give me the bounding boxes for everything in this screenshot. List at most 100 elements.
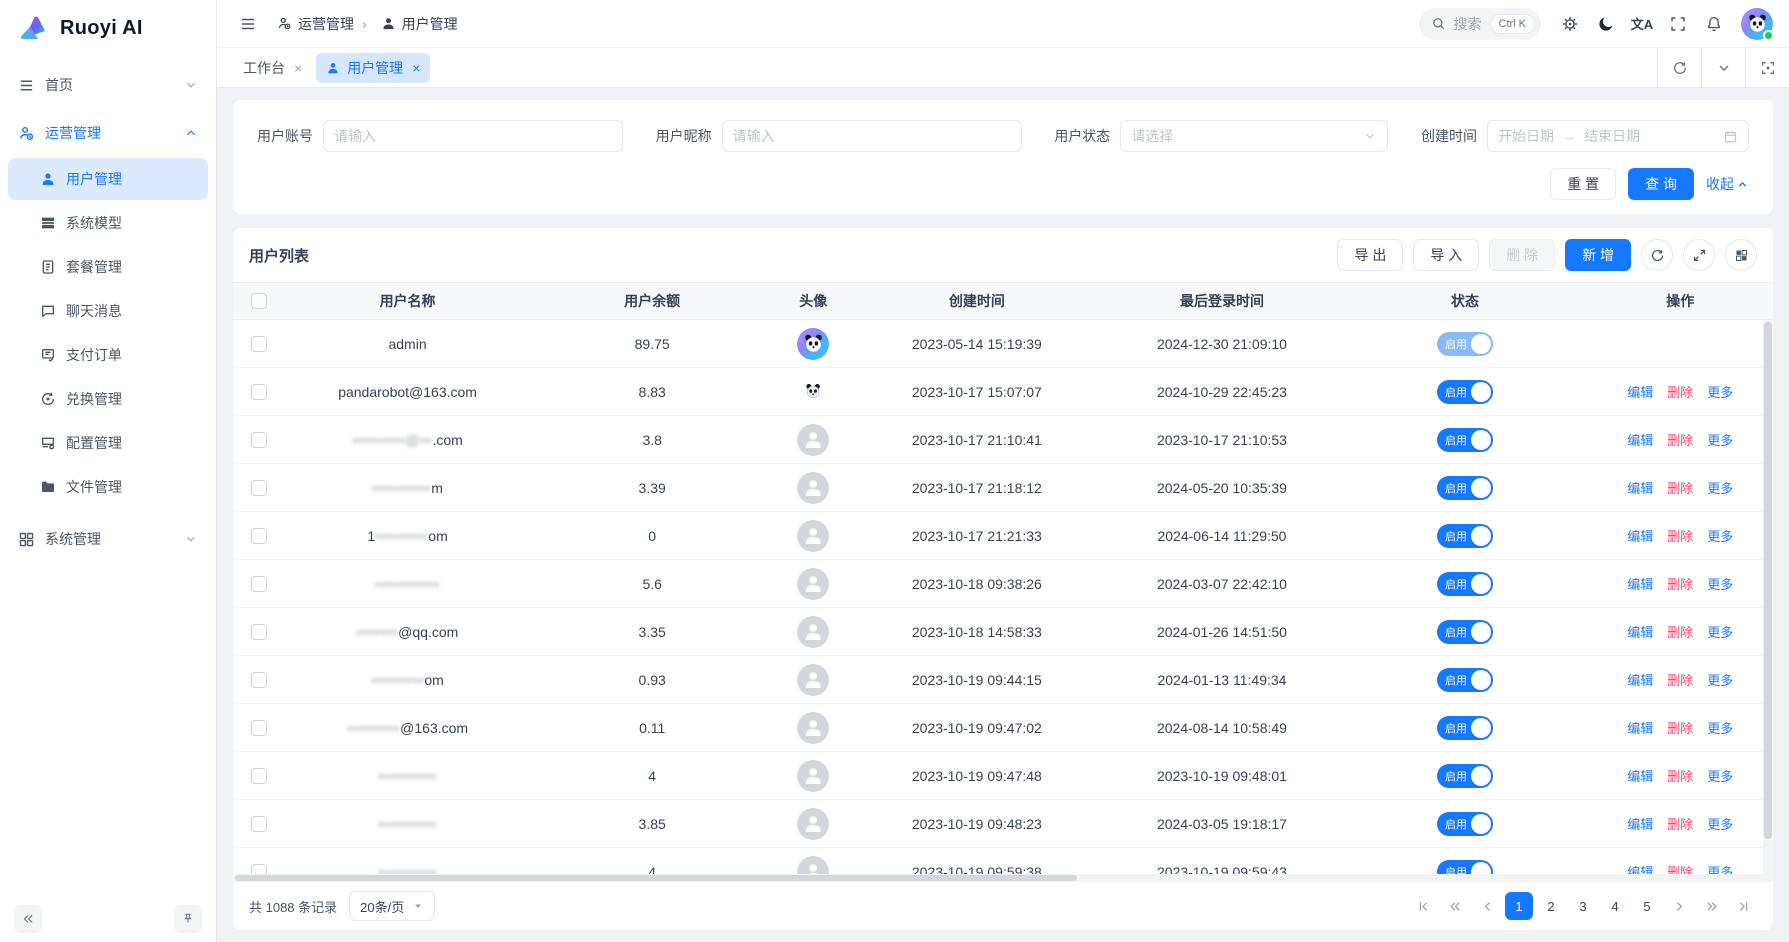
close-tab-icon[interactable]: × [412,60,420,76]
add-button[interactable]: 新 增 [1565,239,1631,271]
status-toggle[interactable]: 启用 [1437,764,1493,788]
language-button[interactable]: 文A [1627,9,1657,39]
reset-button[interactable]: 重 置 [1550,168,1616,200]
status-toggle[interactable]: 启用 [1437,812,1493,836]
delete-link[interactable]: 删除 [1667,430,1693,449]
status-toggle[interactable]: 启用 [1437,332,1493,356]
more-link[interactable]: 更多 [1707,382,1733,401]
collapse-sidebar-button[interactable] [14,905,42,933]
status-toggle[interactable]: 启用 [1437,620,1493,644]
collapse-filter-link[interactable]: 收起 [1706,174,1749,194]
pin-sidebar-button[interactable] [174,905,202,933]
row-checkbox[interactable] [251,768,267,784]
delete-link[interactable]: 删除 [1667,670,1693,689]
edit-link[interactable]: 编辑 [1627,766,1653,785]
sidebar-item-home[interactable]: 首页 [0,64,216,106]
sidebar-section-operations[interactable]: 运营管理 [0,112,216,154]
edit-link[interactable]: 编辑 [1627,430,1653,449]
sidebar-item[interactable]: 用户管理 [8,158,208,200]
sidebar-item[interactable]: 聊天消息 [8,290,208,332]
more-link[interactable]: 更多 [1707,766,1733,785]
edit-link[interactable]: 编辑 [1627,574,1653,593]
tab[interactable]: 工作台 × [233,53,312,83]
sidebar-item[interactable]: 配置管理 [8,422,208,464]
hamburger-menu-button[interactable] [233,9,263,39]
page-size-select[interactable]: 20条/页 [349,891,435,921]
settings-button[interactable] [1555,9,1585,39]
import-button[interactable]: 导 入 [1413,239,1479,271]
delete-link[interactable]: 删除 [1667,766,1693,785]
row-checkbox[interactable] [251,384,267,400]
more-link[interactable]: 更多 [1707,718,1733,737]
horizontal-scrollbar[interactable] [233,874,1763,882]
row-checkbox[interactable] [251,528,267,544]
nickname-input[interactable] [722,120,1022,152]
account-input[interactable] [323,120,623,152]
more-link[interactable]: 更多 [1707,670,1733,689]
sidebar-item[interactable]: 兑换管理 [8,378,208,420]
sidebar-item[interactable]: 套餐管理 [8,246,208,288]
edit-link[interactable]: 编辑 [1627,718,1653,737]
more-link[interactable]: 更多 [1707,430,1733,449]
delete-link[interactable]: 删除 [1667,718,1693,737]
global-search[interactable]: 搜索 Ctrl K [1419,8,1542,40]
delete-link[interactable]: 删除 [1667,574,1693,593]
status-toggle[interactable]: 启用 [1437,428,1493,452]
row-checkbox[interactable] [251,576,267,592]
breadcrumb-item[interactable]: 运营管理 [277,14,354,34]
status-select[interactable]: 请选择 [1120,120,1388,152]
delete-link[interactable]: 删除 [1667,622,1693,641]
notifications-button[interactable] [1699,9,1729,39]
refresh-table-button[interactable] [1641,239,1673,271]
prev-page-button[interactable] [1473,892,1501,920]
status-toggle[interactable]: 启用 [1437,716,1493,740]
status-toggle[interactable]: 启用 [1437,524,1493,548]
dark-mode-button[interactable] [1591,9,1621,39]
page-number-button[interactable]: 3 [1569,892,1597,920]
page-number-button[interactable]: 5 [1633,892,1661,920]
sidebar-item[interactable]: 文件管理 [8,466,208,508]
refresh-tab-button[interactable] [1657,48,1701,87]
jump-forward-button[interactable] [1697,892,1725,920]
fullscreen-table-button[interactable] [1683,239,1715,271]
page-number-button[interactable]: 1 [1505,892,1533,920]
edit-link[interactable]: 编辑 [1627,382,1653,401]
select-all-checkbox[interactable] [251,293,267,309]
jump-back-button[interactable] [1441,892,1469,920]
status-toggle[interactable]: 启用 [1437,668,1493,692]
next-page-button[interactable] [1665,892,1693,920]
delete-button[interactable]: 删 除 [1489,239,1555,271]
row-checkbox[interactable] [251,624,267,640]
row-checkbox[interactable] [251,432,267,448]
more-link[interactable]: 更多 [1707,574,1733,593]
delete-link[interactable]: 删除 [1667,382,1693,401]
breadcrumb-item[interactable]: › 用户管理 [362,14,458,34]
edit-link[interactable]: 编辑 [1627,526,1653,545]
last-page-button[interactable] [1729,892,1757,920]
close-tab-icon[interactable]: × [294,60,302,76]
first-page-button[interactable] [1409,892,1437,920]
status-toggle[interactable]: 启用 [1437,380,1493,404]
row-checkbox[interactable] [251,816,267,832]
edit-link[interactable]: 编辑 [1627,478,1653,497]
more-link[interactable]: 更多 [1707,814,1733,833]
sidebar-section-system[interactable]: 系统管理 [0,518,216,560]
edit-link[interactable]: 编辑 [1627,622,1653,641]
column-settings-button[interactable] [1725,239,1757,271]
delete-link[interactable]: 删除 [1667,814,1693,833]
more-link[interactable]: 更多 [1707,526,1733,545]
edit-link[interactable]: 编辑 [1627,814,1653,833]
edit-link[interactable]: 编辑 [1627,670,1653,689]
date-range-picker[interactable]: 开始日期 → 结束日期 [1487,120,1749,152]
row-checkbox[interactable] [251,336,267,352]
delete-link[interactable]: 删除 [1667,478,1693,497]
status-toggle[interactable]: 启用 [1437,572,1493,596]
row-checkbox[interactable] [251,672,267,688]
maximize-content-button[interactable] [1745,48,1789,87]
export-button[interactable]: 导 出 [1337,239,1403,271]
vertical-scrollbar[interactable] [1763,320,1773,882]
sidebar-item[interactable]: 支付订单 [8,334,208,376]
page-number-button[interactable]: 4 [1601,892,1629,920]
row-checkbox[interactable] [251,720,267,736]
brand-logo[interactable]: Ruoyi AI [0,0,216,56]
